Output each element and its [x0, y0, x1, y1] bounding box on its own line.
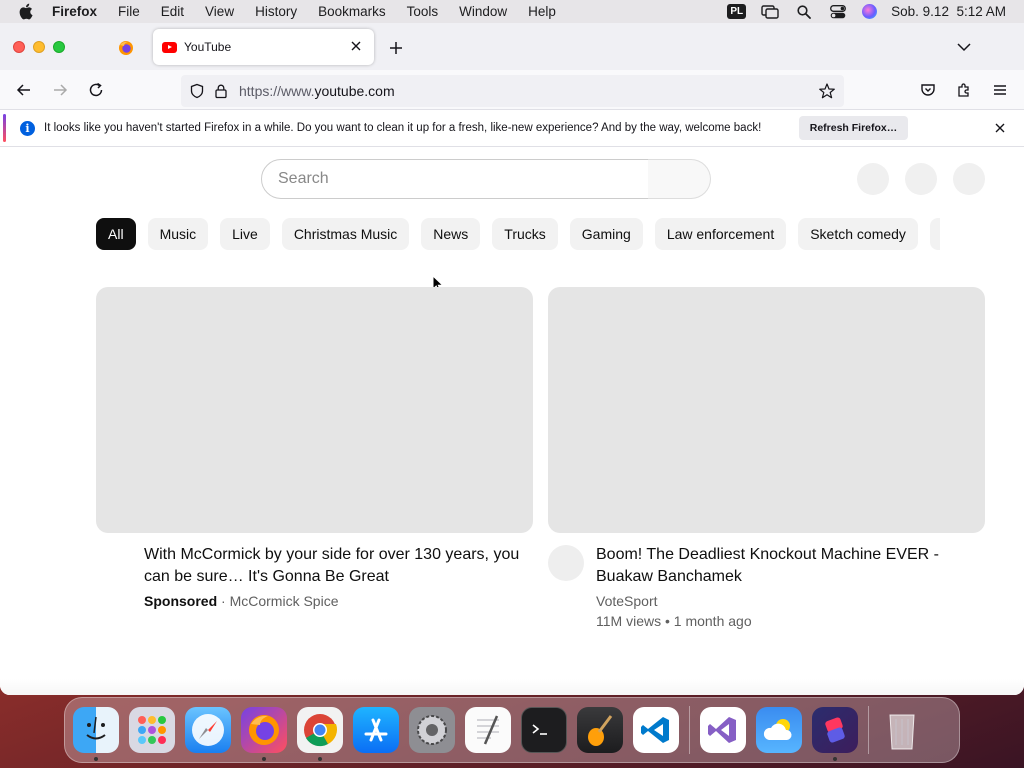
close-notification-icon[interactable] — [994, 122, 1006, 134]
chrome-icon[interactable] — [297, 707, 343, 761]
youtube-search-input[interactable]: Search — [261, 159, 649, 199]
pocket-icon[interactable] — [919, 81, 937, 99]
chip-music[interactable]: Music — [147, 218, 209, 250]
lock-icon[interactable] — [213, 83, 229, 99]
textedit-icon[interactable] — [465, 707, 511, 753]
chip-trucks[interactable]: Trucks — [492, 218, 558, 250]
youtube-favicon-icon — [162, 41, 177, 53]
system-preferences-gear-icon[interactable] — [409, 707, 455, 753]
close-tab-icon[interactable] — [348, 38, 364, 54]
weather-icon[interactable] — [756, 707, 802, 753]
chip-sketch-comedy[interactable]: Sketch comedy — [798, 218, 918, 250]
menu-bar: Firefox File Edit View History Bookmarks… — [0, 0, 1024, 23]
siri-icon[interactable] — [862, 4, 878, 19]
extensions-puzzle-icon[interactable] — [955, 81, 973, 99]
input-source-badge[interactable]: PL — [727, 4, 747, 19]
running-indicator — [262, 757, 266, 761]
terminal-icon[interactable] — [521, 707, 567, 753]
refresh-firefox-notification: i It looks like you haven't started Fire… — [0, 110, 1024, 147]
chip-christmas-music[interactable]: Christmas Music — [281, 218, 410, 250]
menu-history[interactable]: History — [255, 4, 297, 19]
menu-help[interactable]: Help — [528, 4, 556, 19]
forward-arrow-icon[interactable] — [51, 81, 69, 99]
video-thumbnail[interactable] — [96, 287, 533, 533]
menu-view[interactable]: View — [205, 4, 234, 19]
running-indicator — [833, 757, 837, 761]
url-text[interactable]: https://www.youtube.com — [239, 83, 395, 99]
trash-icon[interactable] — [879, 707, 925, 753]
notifications-button-placeholder[interactable] — [905, 163, 937, 195]
running-indicator — [94, 757, 98, 761]
chip-law-enforcement[interactable]: Law enforcement — [654, 218, 787, 250]
vscode-icon[interactable] — [633, 707, 679, 753]
create-button-placeholder[interactable] — [857, 163, 889, 195]
category-chips: All Music Live Christmas Music News Truc… — [96, 218, 918, 250]
running-indicator — [318, 757, 322, 761]
channel-name[interactable]: McCormick Spice — [230, 593, 339, 609]
channel-avatar[interactable] — [548, 545, 584, 581]
back-arrow-icon[interactable] — [15, 81, 33, 99]
info-icon: i — [20, 120, 35, 136]
new-tab-icon[interactable] — [387, 39, 405, 57]
tab-title: YouTube — [184, 40, 232, 54]
spotlight-search-icon[interactable] — [794, 4, 814, 20]
firefox-icon — [119, 41, 133, 55]
garageband-guitar-icon[interactable] — [577, 707, 623, 753]
dock — [64, 697, 960, 763]
app-store-icon[interactable] — [353, 707, 399, 753]
safari-icon[interactable] — [185, 707, 231, 753]
visual-studio-icon[interactable] — [700, 707, 746, 753]
chip-overflow — [930, 218, 940, 250]
hamburger-menu-icon[interactable] — [991, 81, 1009, 99]
launchpad-icon[interactable] — [129, 707, 175, 753]
firefox-window: YouTube https://www.youtube.com i It loo… — [0, 23, 1024, 695]
menu-edit[interactable]: Edit — [161, 4, 184, 19]
tab-strip: YouTube — [0, 23, 1024, 70]
youtube-page: Search All Music Live Christmas Music Ne… — [0, 147, 1024, 695]
video-thumbnail[interactable] — [548, 287, 985, 533]
page-bottom-edge — [0, 679, 1024, 695]
close-window-button[interactable] — [13, 41, 25, 53]
video-title[interactable]: With McCormick by your side for over 130… — [144, 544, 524, 588]
minimize-window-button[interactable] — [33, 41, 45, 53]
video-title[interactable]: Boom! The Deadliest Knockout Machine EVE… — [596, 544, 976, 588]
chip-live[interactable]: Live — [220, 218, 270, 250]
reload-icon[interactable] — [87, 81, 105, 99]
apple-menu-icon[interactable] — [18, 3, 36, 20]
chip-all[interactable]: All — [96, 218, 136, 250]
refresh-firefox-button[interactable]: Refresh Firefox… — [799, 116, 908, 140]
channel-name[interactable]: VoteSport — [596, 591, 658, 611]
list-all-tabs-chevron-down-icon[interactable] — [956, 39, 972, 55]
menu-file[interactable]: File — [118, 4, 140, 19]
tracking-protection-shield-icon[interactable] — [189, 83, 205, 99]
zoom-window-button[interactable] — [53, 41, 65, 53]
bookmark-star-icon[interactable] — [818, 82, 836, 100]
pinned-tab-firefox[interactable] — [112, 36, 140, 60]
video-stats: 11M views • 1 month ago — [596, 613, 752, 629]
dock-separator — [868, 706, 869, 754]
notification-message: It looks like you haven't started Firefo… — [44, 122, 762, 134]
menu-window[interactable]: Window — [459, 4, 507, 19]
menu-bookmarks[interactable]: Bookmarks — [318, 4, 386, 19]
menu-tools[interactable]: Tools — [407, 4, 439, 19]
navigation-toolbar: https://www.youtube.com — [0, 70, 1024, 110]
firefox-icon[interactable] — [241, 707, 287, 761]
youtube-search-button[interactable] — [648, 159, 711, 199]
tab-youtube[interactable]: YouTube — [153, 29, 374, 65]
window-controls — [13, 41, 65, 53]
avatar[interactable] — [953, 163, 985, 195]
url-bar[interactable]: https://www.youtube.com — [181, 75, 844, 107]
shortcuts-icon[interactable] — [812, 707, 858, 761]
video-meta: Sponsored · McCormick Spice — [144, 593, 339, 609]
screen-mirroring-icon[interactable] — [760, 4, 780, 20]
chip-news[interactable]: News — [421, 218, 481, 250]
control-center-icon[interactable] — [828, 4, 848, 20]
dock-separator — [689, 706, 690, 754]
clock[interactable]: Sob. 9.12 5:12 AM — [891, 4, 1006, 19]
finder-icon[interactable] — [73, 707, 119, 761]
chip-gaming[interactable]: Gaming — [569, 218, 643, 250]
menu-app-firefox[interactable]: Firefox — [52, 4, 97, 19]
sponsored-label: Sponsored — [144, 593, 218, 609]
